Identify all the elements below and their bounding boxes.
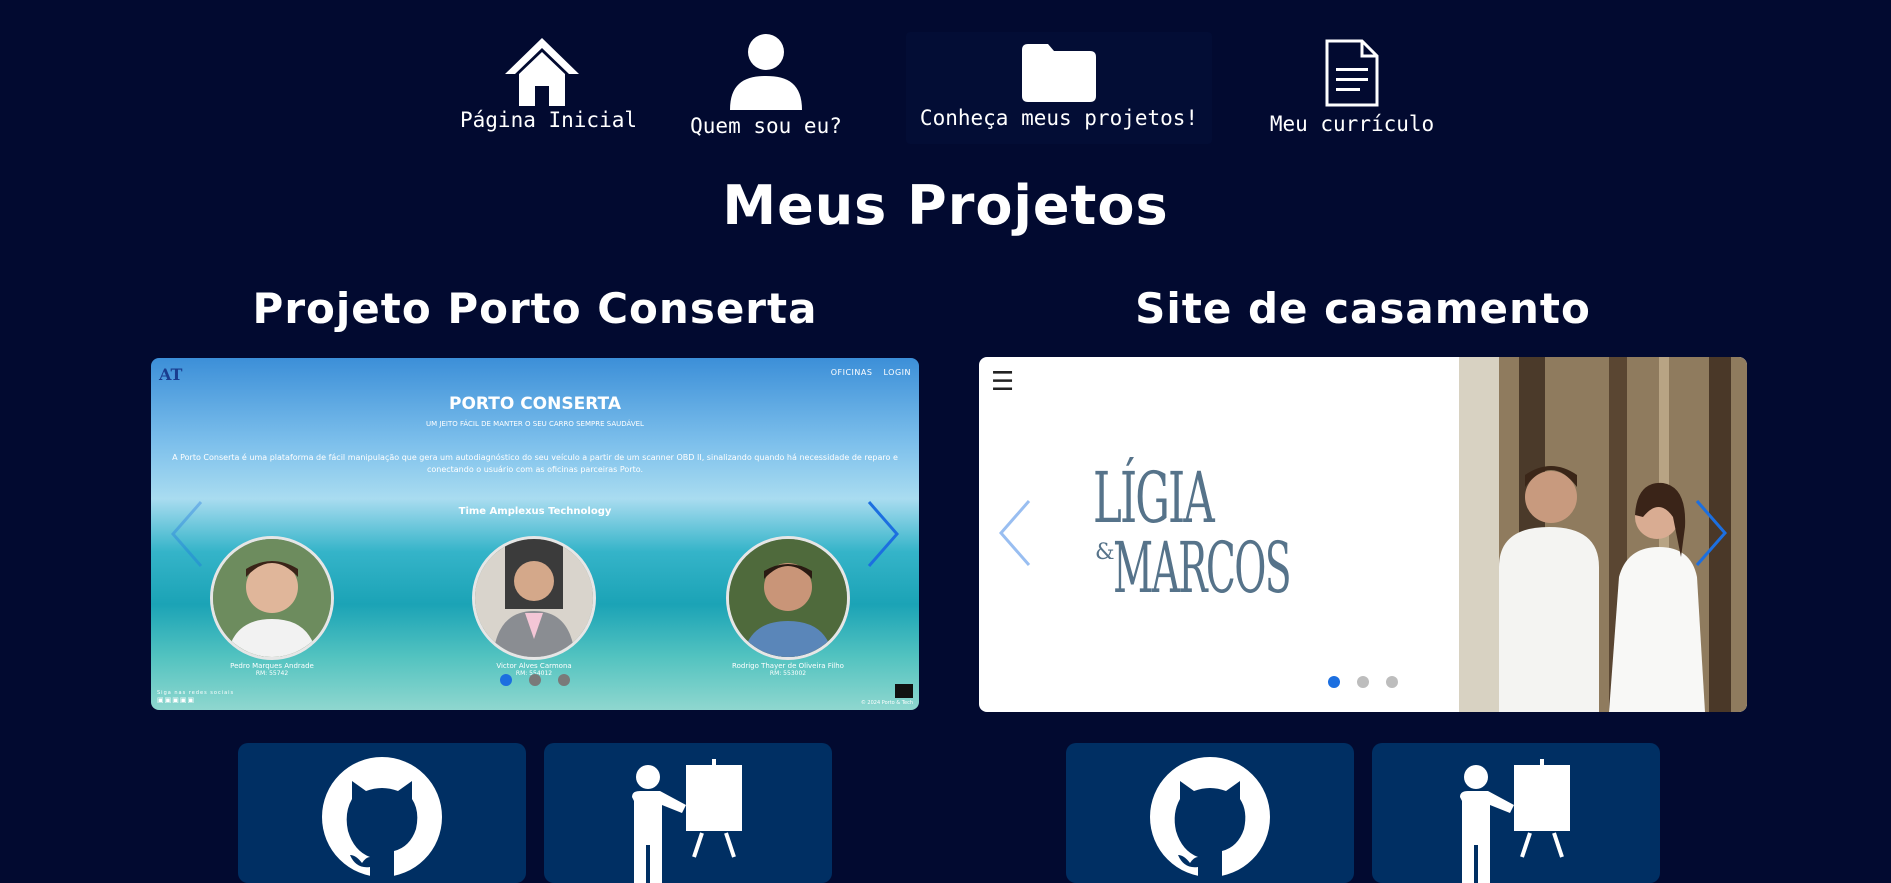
carousel-dot[interactable]	[499, 674, 512, 686]
nav-cv-button[interactable]: Meu currículo	[1262, 38, 1442, 136]
nav-about-button[interactable]: Quem sou eu?	[682, 34, 850, 138]
avatar	[210, 536, 334, 660]
chevron-right-icon	[1695, 500, 1727, 566]
ampersand: &	[1095, 540, 1115, 565]
member-name: Rodrigo Thayer de Oliveira Filho	[732, 662, 844, 670]
carousel-dot[interactable]	[558, 674, 571, 686]
groom-name: MARCOS	[1113, 527, 1292, 609]
carousel-next-button[interactable]	[1691, 497, 1731, 569]
github-icon	[322, 757, 442, 883]
home-icon	[505, 38, 579, 106]
project-title-porto-conserta: Projeto Porto Conserta	[252, 284, 818, 333]
amplexus-logo-text: AT	[158, 365, 183, 384]
porto-conserta-presentation-link[interactable]	[544, 743, 832, 883]
nav-home-button[interactable]: Página Inicial	[460, 38, 638, 132]
nav-home-label: Página Inicial	[460, 108, 638, 132]
document-icon	[1325, 39, 1379, 107]
preview-nav-oficinas: OFICINAS	[830, 368, 873, 377]
porto-conserta-carousel: AT OFICINAS LOGIN PORTO CONSERTA UM JEIT…	[151, 358, 919, 710]
top-nav: Página Inicial Quem sou eu? Conheça meus…	[0, 0, 1891, 150]
chevron-right-icon	[867, 501, 899, 567]
preview-copyright: © 2024 Porto & Tech	[860, 700, 913, 706]
amplexus-logo: AT	[158, 365, 183, 384]
carousel-dot[interactable]	[1357, 676, 1369, 688]
nav-projects-label: Conheça meus projetos!	[919, 106, 1199, 130]
carousel-prev-button[interactable]	[995, 497, 1035, 569]
folder-icon	[1022, 44, 1096, 102]
preview-description: A Porto Conserta é uma plataforma de fác…	[172, 453, 898, 474]
carousel-dots	[979, 673, 1747, 692]
nav-cv-label: Meu currículo	[1269, 112, 1435, 136]
project-title-wedding-site: Site de casamento	[1135, 284, 1591, 333]
team-member: Rodrigo Thayer de Oliveira Filho RM: 553…	[723, 536, 853, 677]
presentation-icon	[632, 759, 742, 883]
carousel-dot[interactable]	[1327, 676, 1340, 688]
carousel-dot[interactable]	[1386, 676, 1399, 688]
menu-icon[interactable]: ☰	[991, 369, 1014, 395]
preview-nav-login: LOGIN	[883, 368, 911, 377]
preview-team-title: Time Amplexus Technology	[458, 506, 612, 517]
carousel-dots	[151, 671, 919, 690]
chevron-left-icon	[171, 501, 203, 567]
avatar	[472, 536, 596, 660]
nav-about-label: Quem sou eu?	[690, 114, 842, 138]
carousel-dot[interactable]	[529, 674, 541, 686]
page-title: Meus Projetos	[722, 174, 1169, 237]
team-member: Pedro Marques Andrade RM: 55742	[207, 536, 337, 677]
preview-top-nav: OFICINAS LOGIN	[823, 368, 911, 377]
preview-site-title: PORTO CONSERTA	[449, 394, 621, 414]
porto-conserta-github-link[interactable]	[238, 743, 526, 883]
chevron-left-icon	[999, 500, 1031, 566]
member-name: Pedro Marques Andrade	[230, 662, 314, 670]
carousel-next-button[interactable]	[863, 498, 903, 570]
wedding-site-github-link[interactable]	[1066, 743, 1354, 883]
carousel-prev-button[interactable]	[167, 498, 207, 570]
team-member: Victor Alves Carmona RM: 554012	[469, 536, 599, 677]
social-icons: ▣▣▣▣▣	[157, 696, 196, 704]
wedding-site-carousel: ☰ LÍGIA & MARCOS	[979, 357, 1747, 712]
github-icon	[1150, 757, 1270, 883]
nav-projects-button[interactable]: Conheça meus projetos!	[906, 32, 1212, 144]
preview-social-links: Siga nas redes sociais ▣▣▣▣▣	[157, 690, 234, 704]
member-name: Victor Alves Carmona	[496, 662, 572, 670]
avatar	[726, 536, 850, 660]
user-icon	[730, 34, 802, 110]
presentation-icon	[1460, 759, 1570, 883]
preview-site-subtitle: UM JEITO FÁCIL DE MANTER O SEU CARRO SEM…	[426, 420, 644, 428]
wedding-site-presentation-link[interactable]	[1372, 743, 1660, 883]
